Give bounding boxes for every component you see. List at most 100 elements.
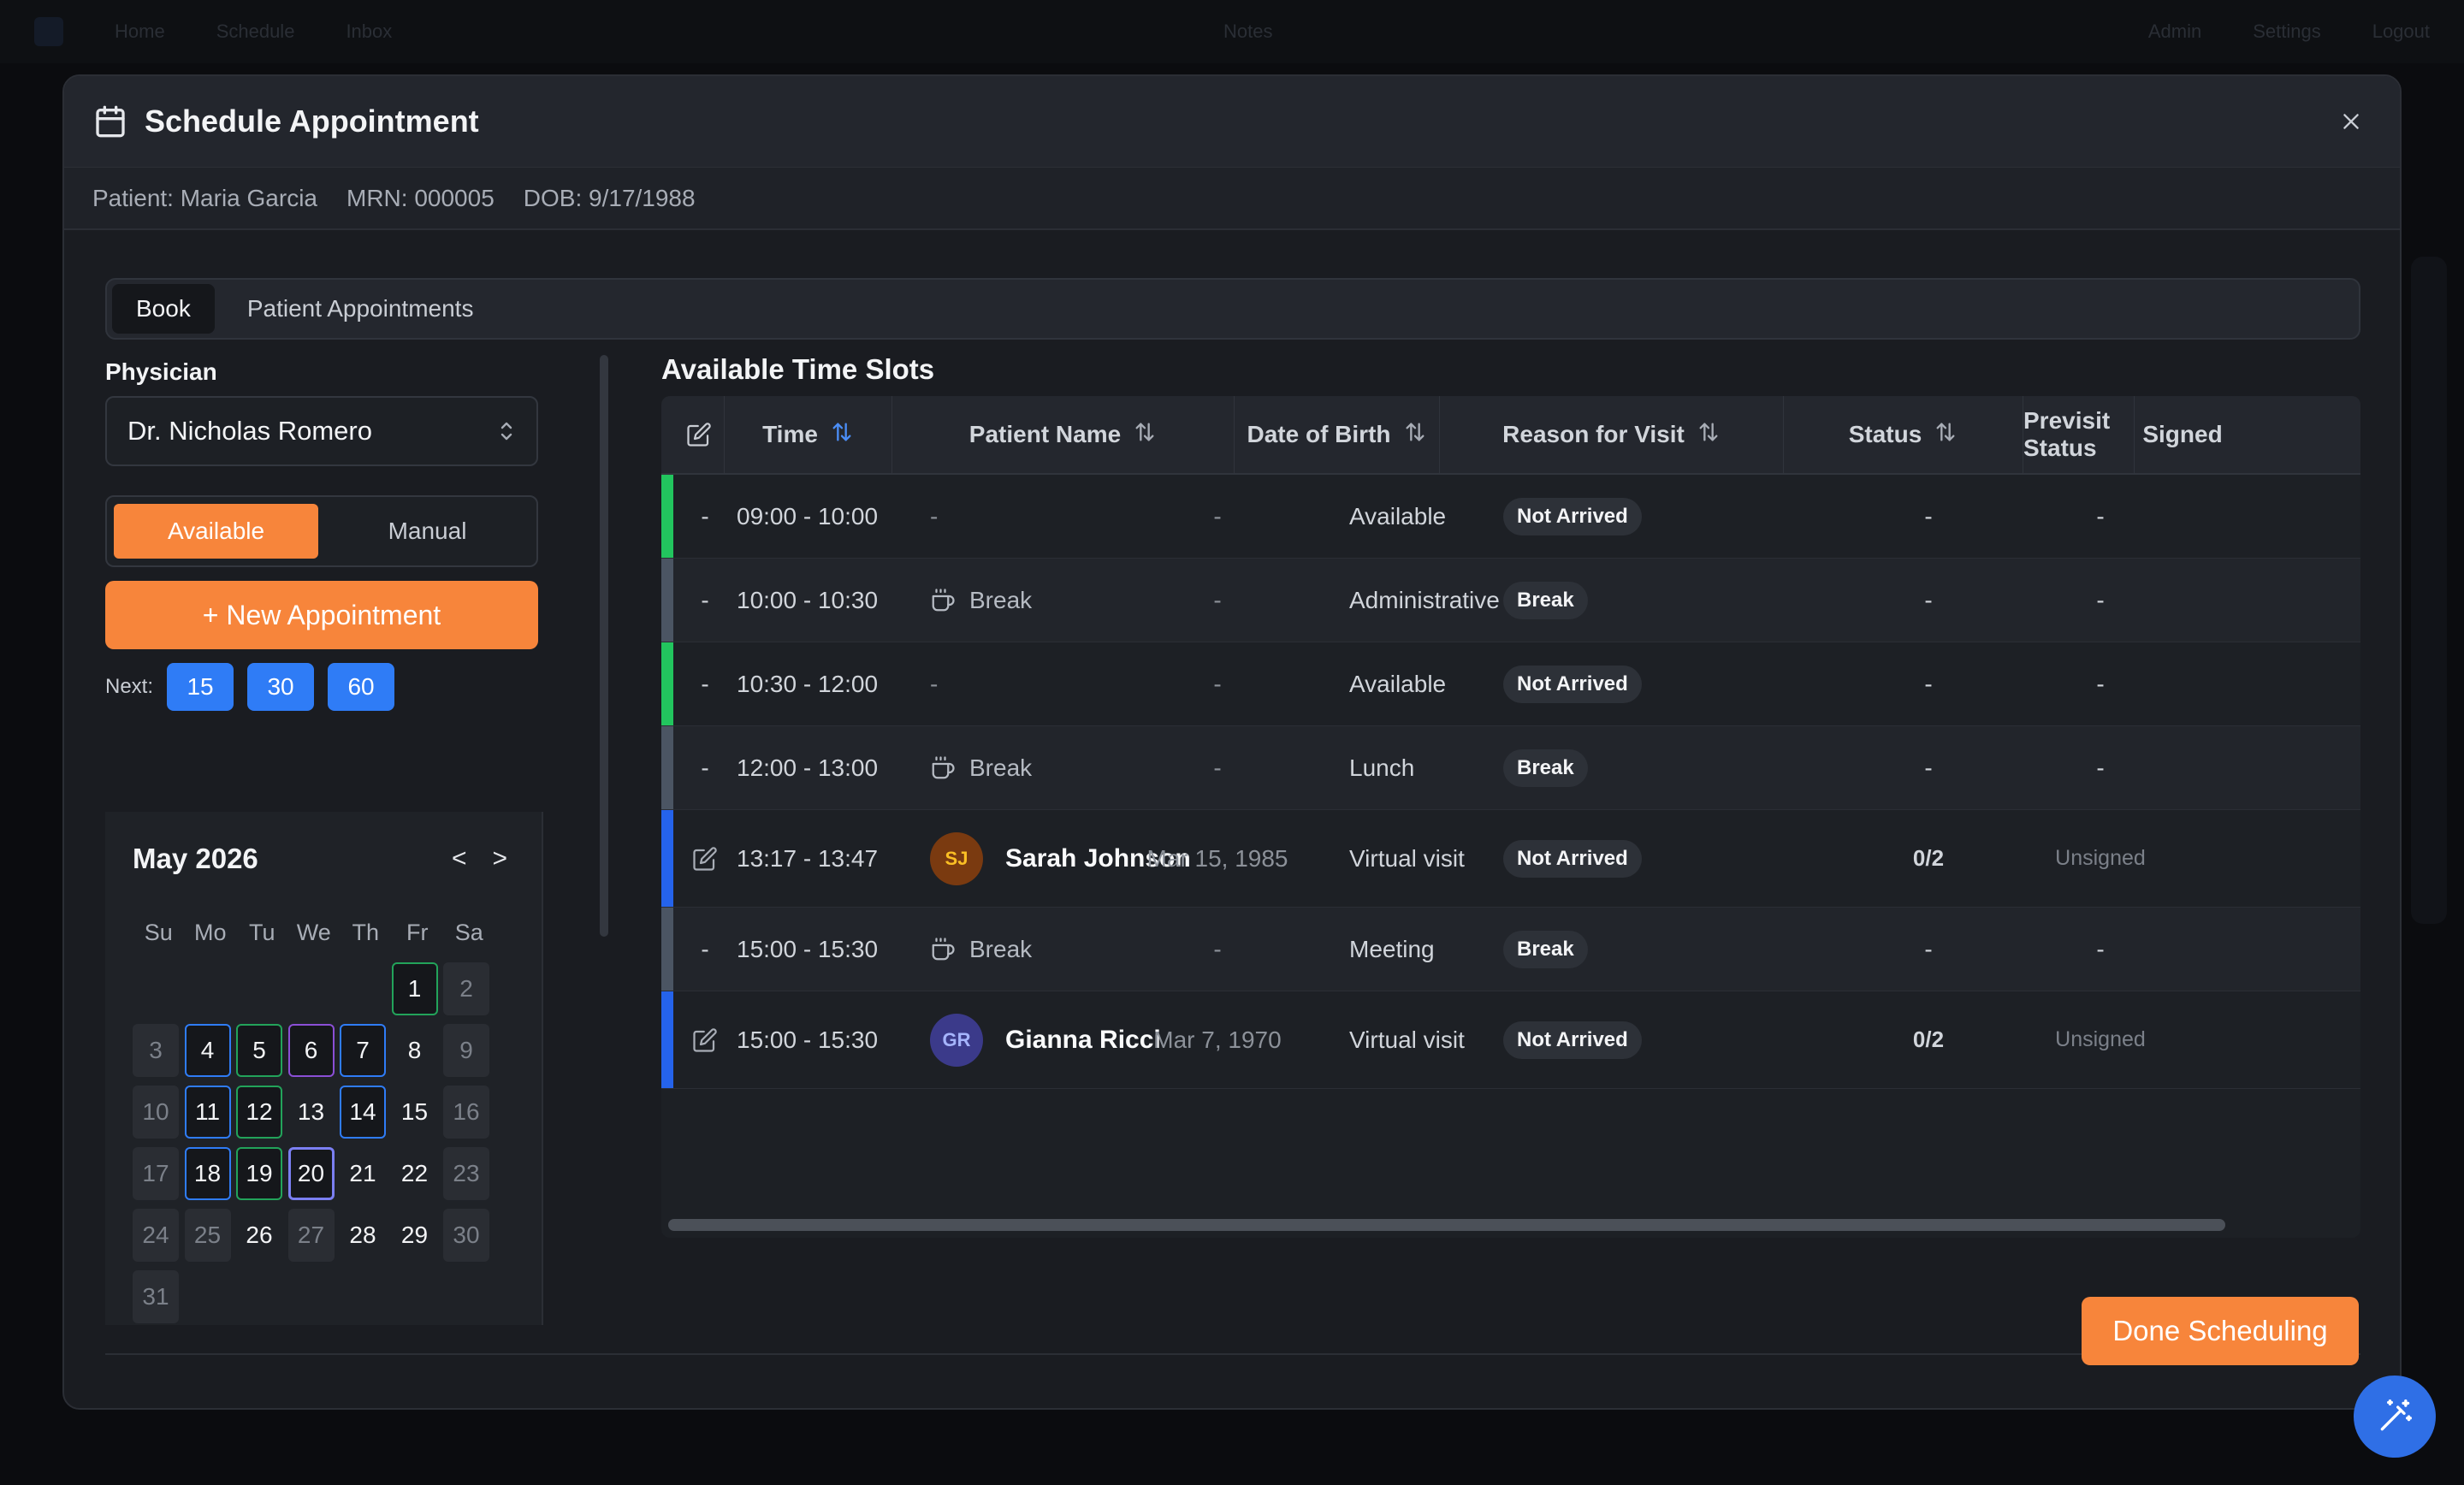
calendar-day-3[interactable]: 3 xyxy=(133,1024,179,1077)
column-header-signed: Signed xyxy=(2135,396,2230,473)
calendar-day-29[interactable]: 29 xyxy=(392,1209,438,1262)
dob-cell: - xyxy=(1213,502,1222,530)
calendar-next-button[interactable]: > xyxy=(492,844,507,873)
dob-cell: Mar 15, 1985 xyxy=(1146,844,1288,872)
column-header-time[interactable]: Time xyxy=(725,396,892,473)
calendar-day-16[interactable]: 16 xyxy=(443,1086,489,1139)
column-header-previsit-status: Previsit Status xyxy=(2023,396,2135,473)
calendar-day-30[interactable]: 30 xyxy=(443,1209,489,1262)
weekday-tu: Tu xyxy=(248,920,275,945)
tab-patient-appointments[interactable]: Patient Appointments xyxy=(223,284,498,334)
calendar-day-18[interactable]: 18 xyxy=(184,1147,231,1200)
next-label: Next: xyxy=(105,675,154,698)
edit-icon[interactable] xyxy=(692,1027,718,1053)
status-cell: Break xyxy=(1503,908,1743,991)
schedule-appointment-modal: Schedule Appointment Patient: Maria Garc… xyxy=(62,74,2402,1410)
next-slot-row: Next: 15 30 60 xyxy=(105,663,538,711)
slot-row[interactable]: 13:17 - 13:47 SJ Sarah Johnson Mar 15, 1985… xyxy=(661,810,2360,908)
calendar-day-6[interactable]: 6 xyxy=(287,1024,335,1077)
break-label: Break xyxy=(969,935,1033,962)
tab-book[interactable]: Book xyxy=(112,284,215,334)
column-header-label: Reason for Visit xyxy=(1502,421,1685,447)
status-badge: Not Arrived xyxy=(1503,665,1642,703)
physician-select[interactable]: Dr. Nicholas Romero xyxy=(105,396,538,466)
calendar-prev-button[interactable]: < xyxy=(452,844,467,873)
horizontal-scrollbar[interactable] xyxy=(668,1219,2225,1231)
calendar-day-11[interactable]: 11 xyxy=(184,1086,231,1139)
calendar-day-7[interactable]: 7 xyxy=(340,1024,386,1077)
column-header-status[interactable]: Status xyxy=(1784,396,2023,473)
calendar-day-1[interactable]: 1 xyxy=(391,962,438,1015)
booking-controls: Physician Dr. Nicholas Romero Available … xyxy=(105,355,538,711)
calendar-day-2[interactable]: 2 xyxy=(443,962,489,1015)
close-button[interactable] xyxy=(2337,107,2366,136)
calendar-day-21[interactable]: 21 xyxy=(340,1147,386,1200)
calendar-day-13[interactable]: 13 xyxy=(288,1086,335,1139)
slot-row[interactable]: -09:00 - 10:00- - Available Not Arrived - - xyxy=(661,475,2360,559)
calendar-day-4[interactable]: 4 xyxy=(184,1024,231,1077)
slot-row[interactable]: -10:00 - 10:30 Break - Administrative Break -… xyxy=(661,559,2360,642)
physician-label: Physician xyxy=(105,358,217,385)
next-30-button[interactable]: 30 xyxy=(247,663,315,711)
time-cell: 15:00 - 15:30 xyxy=(737,1026,879,1053)
status-cell: Break xyxy=(1503,726,1743,809)
calendar-day-22[interactable]: 22 xyxy=(392,1147,438,1200)
calendar-day-19[interactable]: 19 xyxy=(236,1147,282,1200)
time-cell: 10:30 - 12:00 xyxy=(737,670,879,697)
mrn-value: 000005 xyxy=(414,184,495,211)
slots-table-body: -09:00 - 10:00- - Available Not Arrived - - -1… xyxy=(661,475,2360,1089)
calendar-day-27[interactable]: 27 xyxy=(287,1209,335,1262)
calendar-day-23[interactable]: 23 xyxy=(443,1147,489,1200)
calendar-day-20[interactable]: 20 xyxy=(287,1147,335,1200)
column-header-reason-for-visit[interactable]: Reason for Visit xyxy=(1440,396,1784,473)
calendar-day-14[interactable]: 14 xyxy=(340,1086,386,1139)
column-header-date-of-birth[interactable]: Date of Birth xyxy=(1235,396,1440,473)
bg-nav-settings: Settings xyxy=(2253,21,2321,42)
calendar-day-10[interactable]: 10 xyxy=(133,1086,179,1139)
weekday-th: Th xyxy=(352,920,379,945)
left-column-scrollbar[interactable] xyxy=(600,355,608,937)
previsit-cell: - xyxy=(1924,754,1933,781)
edit-icon[interactable] xyxy=(692,846,718,872)
edit-column-header xyxy=(661,396,725,473)
calendar-day-31[interactable]: 31 xyxy=(133,1270,179,1323)
calendar-day-5[interactable]: 5 xyxy=(236,1024,282,1077)
footer-divider xyxy=(105,1353,2360,1355)
calendar-day-12[interactable]: 12 xyxy=(236,1086,282,1139)
close-icon xyxy=(2343,114,2359,129)
column-header-patient-name[interactable]: Patient Name xyxy=(892,396,1235,473)
calendar-month-title: May 2026 xyxy=(133,843,258,874)
calendar-day-8[interactable]: 8 xyxy=(392,1024,438,1077)
dob-label: DOB: xyxy=(523,184,583,211)
calendar-day-grid: 1 2 3 4 5 6 7 8 9 10 11 12 13 14 15 16 17 18 19 20 21 22 23 24 2… xyxy=(133,962,495,1332)
slot-status-bar xyxy=(661,810,673,907)
slot-row[interactable]: -10:30 - 12:00- - Available Not Arrived - - xyxy=(661,642,2360,726)
slot-row[interactable]: 15:00 - 15:30 GR Gianna Ricci Mar 7, 1970 Vi… xyxy=(661,991,2360,1089)
magic-wand-button[interactable] xyxy=(2354,1376,2436,1458)
signed-cell: - xyxy=(2096,754,2105,781)
slot-row[interactable]: -12:00 - 13:00 Break - Lunch Break - - xyxy=(661,726,2360,810)
slot-row[interactable]: -15:00 - 15:30 Break - Meeting Break - - xyxy=(661,908,2360,991)
calendar-day-25[interactable]: 25 xyxy=(184,1209,231,1262)
calendar-day-26[interactable]: 26 xyxy=(236,1209,282,1262)
coffee-icon xyxy=(930,588,956,613)
empty-patient: - xyxy=(930,670,939,697)
status-badge: Break xyxy=(1503,748,1588,787)
calendar-day-17[interactable]: 17 xyxy=(133,1147,179,1200)
modal-body: Book Patient Appointments Physician Dr. … xyxy=(105,278,2360,1355)
next-15-button[interactable]: 15 xyxy=(167,663,234,711)
new-appointment-button[interactable]: + New Appointment xyxy=(105,581,538,649)
status-cell: Not Arrived xyxy=(1503,642,1743,725)
calendar-day-28[interactable]: 28 xyxy=(340,1209,386,1262)
mode-available-button[interactable]: Available xyxy=(114,504,318,559)
dash: - xyxy=(701,754,709,781)
modal-title: Schedule Appointment xyxy=(145,104,479,139)
calendar-day-15[interactable]: 15 xyxy=(392,1086,438,1139)
calendar-day-9[interactable]: 9 xyxy=(443,1024,489,1077)
done-scheduling-button[interactable]: Done Scheduling xyxy=(2082,1297,2359,1365)
next-60-button[interactable]: 60 xyxy=(328,663,395,711)
signed-cell: Unsigned xyxy=(2055,1027,2146,1051)
slot-status-bar xyxy=(661,475,673,558)
mode-manual-button[interactable]: Manual xyxy=(325,504,530,559)
calendar-day-24[interactable]: 24 xyxy=(133,1209,179,1262)
